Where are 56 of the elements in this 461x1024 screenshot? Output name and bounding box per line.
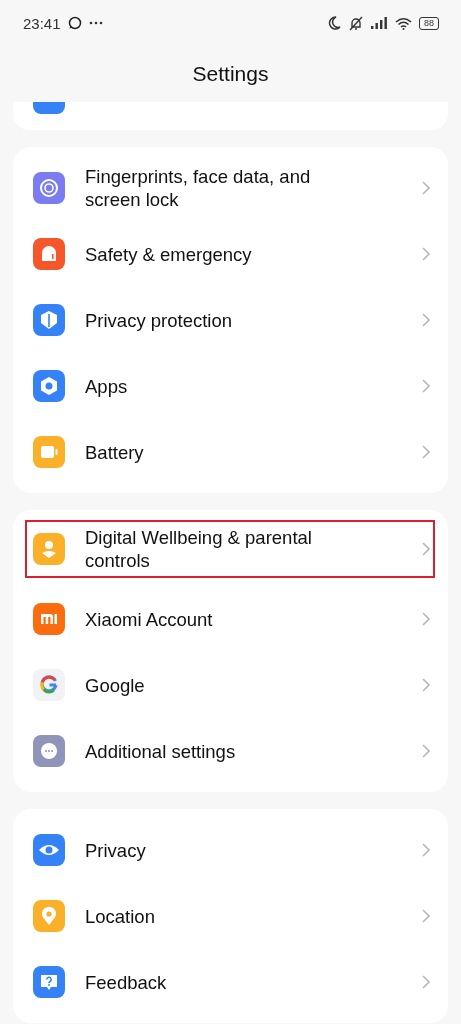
- mi-icon: [33, 603, 65, 635]
- item-label: Google: [85, 673, 146, 697]
- settings-item[interactable]: Privacy: [13, 817, 448, 883]
- settings-item[interactable]: Battery: [13, 419, 448, 485]
- google-icon: [33, 669, 65, 701]
- chevron-icon: [422, 379, 430, 393]
- pin-icon: [33, 900, 65, 932]
- muted-bell-icon: [348, 15, 364, 31]
- chevron-icon: [422, 909, 430, 923]
- chevron-icon: [422, 678, 430, 692]
- chevron-icon: [422, 247, 430, 261]
- chevron-icon: [422, 445, 430, 459]
- settings-item[interactable]: Xiaomi Account: [13, 586, 448, 652]
- item-label: Apps: [85, 374, 129, 398]
- status-time: 23:41: [23, 14, 61, 32]
- chevron-icon: [422, 313, 430, 327]
- item-label: Location: [85, 904, 156, 928]
- settings-item[interactable]: Privacy protection: [13, 287, 448, 353]
- item-label: Additional settings: [85, 739, 237, 763]
- settings-item[interactable]: Google: [13, 652, 448, 718]
- chevron-icon: [422, 744, 430, 758]
- battery-indicator: 88: [419, 16, 439, 30]
- settings-item[interactable]: Location: [13, 883, 448, 949]
- settings-item[interactable]: Safety & emergency: [13, 221, 448, 287]
- chevron-icon: [422, 975, 430, 989]
- item-label: Feedback: [85, 970, 168, 994]
- more-icon: [88, 21, 103, 25]
- page-title: Settings: [192, 62, 269, 86]
- item-label: Safety & emergency: [85, 242, 253, 266]
- item-label: Digital Wellbeing & parental controls: [85, 526, 313, 572]
- signal-icon: [371, 17, 388, 29]
- item-label: Privacy protection: [85, 308, 234, 332]
- question-icon: [33, 966, 65, 998]
- chevron-icon: [422, 542, 430, 556]
- chevron-icon: [422, 612, 430, 626]
- fingerprint-icon: [33, 172, 65, 204]
- dots-icon: [33, 735, 65, 767]
- person-icon: [33, 533, 65, 565]
- item-label: Fingerprints, face data, and screen lock: [85, 165, 312, 211]
- wifi-icon: [395, 16, 412, 30]
- item-label: Privacy: [85, 838, 147, 862]
- settings-item[interactable]: Feedback: [13, 949, 448, 1015]
- settings-item[interactable]: Additional settings: [13, 718, 448, 784]
- settings-item[interactable]: Apps: [13, 353, 448, 419]
- chevron-icon: [422, 843, 430, 857]
- moon-icon: [328, 16, 341, 30]
- item-label: Xiaomi Account: [85, 607, 214, 631]
- battery-icon: [33, 436, 65, 468]
- shield-icon: [33, 304, 65, 336]
- settings-item[interactable]: Fingerprints, face data, and screen lock: [13, 155, 448, 221]
- eye-icon: [33, 834, 65, 866]
- item-label: Battery: [85, 440, 145, 464]
- settings-item[interactable]: Digital Wellbeing & parental controls: [25, 520, 435, 578]
- chat-icon: [67, 16, 82, 30]
- siren-icon: [33, 238, 65, 270]
- chevron-icon: [422, 181, 430, 195]
